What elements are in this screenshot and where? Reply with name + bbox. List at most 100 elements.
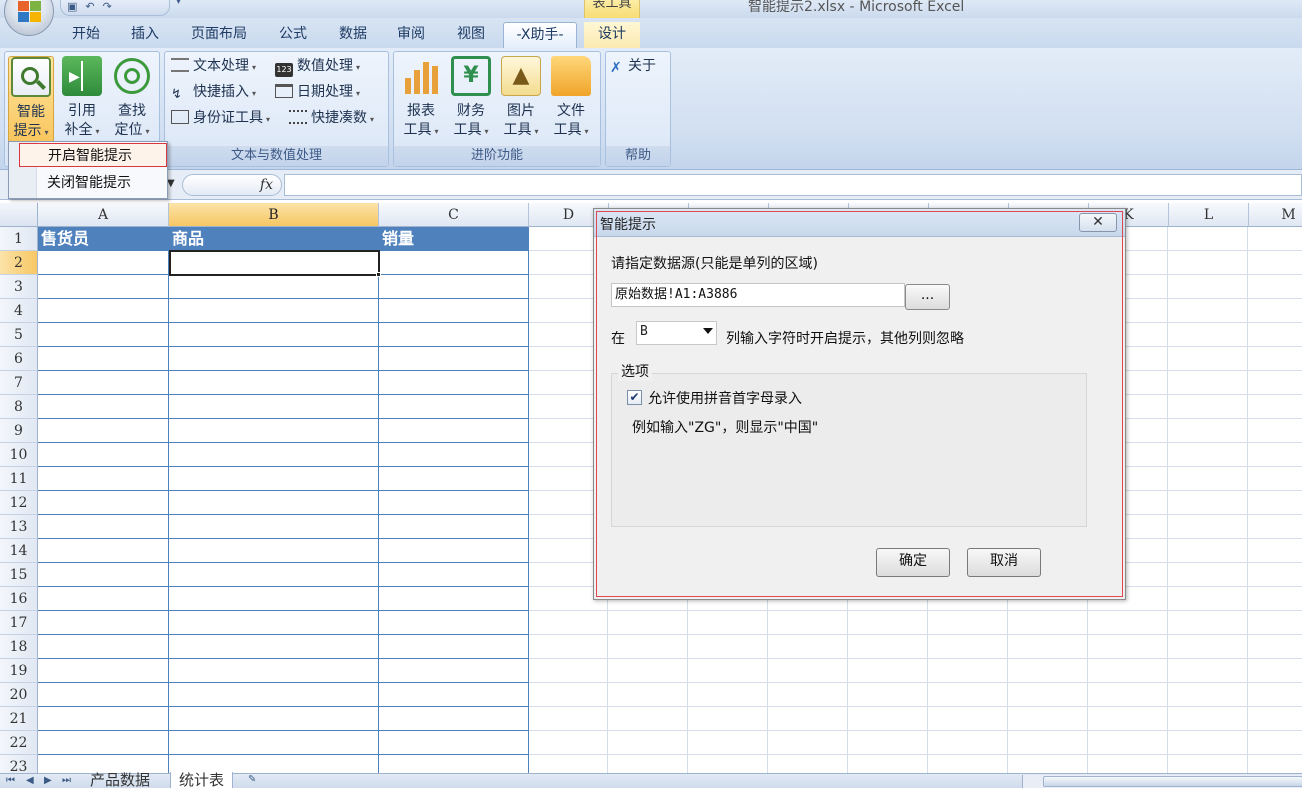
- row-header[interactable]: 12: [0, 491, 38, 515]
- column-header[interactable]: B: [169, 203, 379, 227]
- row-header[interactable]: 5: [0, 323, 38, 347]
- table-header-cell[interactable]: 销量: [379, 227, 529, 251]
- browse-button[interactable]: ...: [905, 284, 950, 310]
- sheet-tab-active[interactable]: 统计表: [170, 772, 234, 788]
- row-header[interactable]: 2: [0, 251, 38, 275]
- formula-bar: ▼ fx: [0, 170, 1302, 200]
- menu-item-disable-smart-hint[interactable]: 关闭智能提示: [19, 171, 167, 195]
- table-gridline: [38, 514, 529, 515]
- prev-sheet-icon[interactable]: ◀: [26, 775, 34, 786]
- row-header[interactable]: 23: [0, 755, 38, 773]
- about-button[interactable]: ✗ 关于: [610, 55, 656, 77]
- pinyin-checkbox[interactable]: ✔: [627, 390, 642, 405]
- row-header[interactable]: 4: [0, 299, 38, 323]
- last-sheet-icon[interactable]: ⏭: [62, 775, 71, 786]
- find-locate-button[interactable]: 查找 定位 ▾: [109, 56, 155, 141]
- row-header[interactable]: 17: [0, 611, 38, 635]
- horizontal-scrollbar[interactable]: [1022, 775, 1302, 788]
- table-gridline: [38, 466, 529, 467]
- date-process-label: 日期处理: [297, 84, 353, 100]
- row-header[interactable]: 3: [0, 275, 38, 299]
- tab-formulas[interactable]: 公式: [268, 22, 318, 48]
- date-process-button[interactable]: 日期处理 ▾: [275, 81, 360, 103]
- report-label-2: 工具: [403, 122, 432, 138]
- target-icon: [112, 56, 152, 96]
- quick-sum-button[interactable]: 快捷凑数 ▾: [289, 107, 374, 129]
- redo-icon[interactable]: ↷: [103, 0, 112, 13]
- table-header-cell[interactable]: 商品: [169, 227, 379, 251]
- smart-hint-button[interactable]: 智能 提示 ▾: [8, 56, 54, 144]
- row-header[interactable]: 11: [0, 467, 38, 491]
- image-tool-button[interactable]: ▲ 图片 工具 ▾: [498, 56, 544, 141]
- report-tool-button[interactable]: 报表 工具 ▾: [398, 56, 444, 141]
- tab-page-layout[interactable]: 页面布局: [180, 22, 258, 48]
- text-process-button[interactable]: 文本处理 ▾: [171, 55, 256, 77]
- table-gridline: [38, 442, 529, 443]
- file-tool-button[interactable]: 文件 工具 ▾: [548, 56, 594, 141]
- row-header[interactable]: 6: [0, 347, 38, 371]
- row-header[interactable]: 14: [0, 539, 38, 563]
- row-header[interactable]: 22: [0, 731, 38, 755]
- row-header[interactable]: 7: [0, 371, 38, 395]
- dialog-title: 智能提示: [600, 217, 656, 233]
- column-header[interactable]: A: [38, 203, 169, 227]
- row-header[interactable]: 8: [0, 395, 38, 419]
- row-header[interactable]: 21: [0, 707, 38, 731]
- table-header-cell[interactable]: 售货员: [38, 227, 169, 251]
- formula-input[interactable]: [284, 174, 1302, 196]
- dialog-title-bar[interactable]: 智能提示 ✕: [594, 209, 1125, 237]
- report-label-1: 报表: [407, 103, 435, 119]
- table-gridline: [38, 394, 529, 395]
- row-header[interactable]: 19: [0, 659, 38, 683]
- close-button[interactable]: ✕: [1079, 213, 1117, 232]
- tab-review[interactable]: 审阅: [386, 22, 436, 48]
- finance-tool-button[interactable]: ¥ 财务 工具 ▾: [448, 56, 494, 141]
- pinyin-label[interactable]: 允许使用拼音首字母录入: [648, 388, 802, 408]
- lightning-icon: ↯: [171, 87, 182, 102]
- scrollbar-thumb[interactable]: [1043, 776, 1302, 787]
- first-sheet-icon[interactable]: ⏮: [6, 775, 15, 786]
- row-header[interactable]: 1: [0, 227, 38, 251]
- save-icon[interactable]: ▣: [67, 0, 77, 13]
- column-header[interactable]: C: [379, 203, 529, 227]
- tab-insert[interactable]: 插入: [120, 22, 170, 48]
- row-header[interactable]: 15: [0, 563, 38, 587]
- id-tool-label: 身份证工具: [193, 110, 263, 126]
- insert-sheet-icon[interactable]: ✎: [248, 774, 256, 785]
- menu-item-enable-smart-hint[interactable]: 开启智能提示: [19, 143, 167, 167]
- column-select[interactable]: B: [636, 321, 717, 345]
- row-header[interactable]: 13: [0, 515, 38, 539]
- next-sheet-icon[interactable]: ▶: [44, 775, 52, 786]
- number-process-button[interactable]: 123 数值处理 ▾: [275, 55, 360, 77]
- sheet-tab[interactable]: 产品数据: [82, 772, 158, 788]
- column-header[interactable]: M: [1249, 203, 1302, 227]
- tab-data[interactable]: 数据: [328, 22, 378, 48]
- tab-x-helper[interactable]: -X助手-: [503, 22, 577, 48]
- tab-home[interactable]: 开始: [60, 22, 112, 48]
- source-range-input[interactable]: 原始数据!A1:A3886: [611, 283, 905, 307]
- tab-design[interactable]: 设计: [584, 22, 640, 48]
- function-icon[interactable]: fx: [260, 177, 273, 193]
- quick-sum-label: 快捷凑数: [311, 110, 367, 126]
- ref-fill-button[interactable]: ▶ 引用 补全 ▾: [59, 56, 105, 141]
- advanced-group: 报表 工具 ▾ ¥ 财务 工具 ▾ ▲ 图片 工具 ▾ 文件 工具 ▾ 进阶功能: [393, 51, 601, 167]
- smart-hint-dialog: 智能提示 ✕ 请指定数据源(只能是单列的区域) 原始数据!A1:A3886 ..…: [593, 208, 1126, 600]
- tab-view[interactable]: 视图: [446, 22, 496, 48]
- row-header[interactable]: 9: [0, 419, 38, 443]
- row-header[interactable]: 16: [0, 587, 38, 611]
- quick-insert-button[interactable]: ↯ 快捷插入 ▾: [171, 81, 256, 103]
- smart-hint-label-2: 提示: [13, 123, 42, 139]
- undo-icon[interactable]: ↶: [85, 0, 94, 13]
- cancel-button[interactable]: 取消: [967, 548, 1041, 577]
- fill-handle[interactable]: [376, 272, 381, 277]
- ok-button[interactable]: 确定: [876, 548, 950, 577]
- column-header[interactable]: L: [1169, 203, 1249, 227]
- row-header[interactable]: 10: [0, 443, 38, 467]
- row-header[interactable]: 20: [0, 683, 38, 707]
- active-cell-cursor[interactable]: [169, 250, 380, 276]
- chevron-down-icon[interactable]: ▾: [176, 0, 181, 7]
- name-box-dropdown-icon[interactable]: ▼: [167, 178, 175, 189]
- id-card-tool-button[interactable]: 身份证工具 ▾: [171, 107, 270, 129]
- row-header[interactable]: 18: [0, 635, 38, 659]
- quick-insert-label: 快捷插入: [193, 84, 249, 100]
